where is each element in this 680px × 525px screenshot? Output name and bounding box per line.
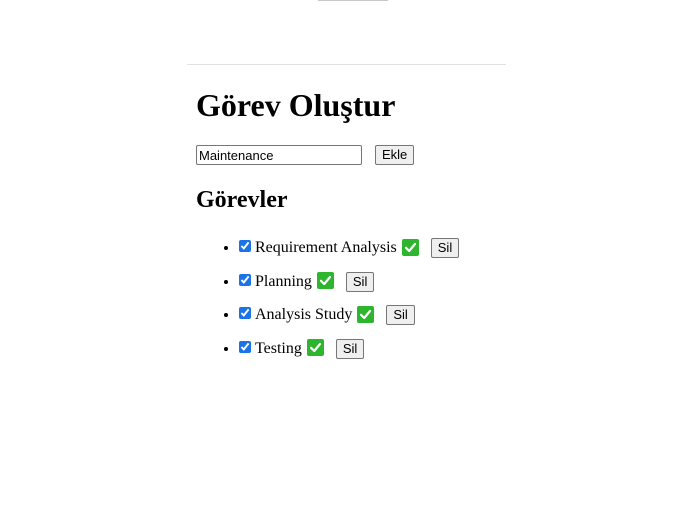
task-item: Planning Sil <box>239 270 516 294</box>
header-divider <box>187 64 506 65</box>
top-edge-line <box>318 0 388 1</box>
task-form: Ekle <box>196 144 516 166</box>
task-done-checkbox[interactable] <box>239 240 251 252</box>
task-label: Analysis Study <box>255 306 353 323</box>
tasks-heading: Görevler <box>196 187 288 213</box>
delete-button[interactable]: Sil <box>430 238 460 258</box>
delete-button[interactable]: Sil <box>386 305 415 325</box>
task-label: Planning <box>255 272 312 290</box>
delete-button[interactable]: Sil <box>345 271 375 292</box>
add-button[interactable]: Ekle <box>375 145 415 165</box>
task-item: Requirement Analysis Sil <box>239 236 516 260</box>
delete-button[interactable]: Sil <box>335 338 365 359</box>
task-done-checkbox[interactable] <box>239 307 251 319</box>
task-label: Testing <box>255 339 302 357</box>
task-done-checkbox[interactable] <box>239 273 251 286</box>
page-title: Görev Oluştur <box>196 87 396 123</box>
check-mark-icon <box>357 305 375 323</box>
task-item: Testing Sil <box>239 337 516 361</box>
task-done-checkbox[interactable] <box>239 340 251 353</box>
task-label: Requirement Analysis <box>255 239 397 256</box>
check-mark-icon <box>401 238 419 256</box>
check-mark-icon <box>306 339 324 356</box>
task-app: Görev Oluştur Ekle Görevler Requirement … <box>196 86 516 370</box>
task-list: Requirement Analysis Sil Planning Sil An… <box>196 236 516 361</box>
check-mark-icon <box>316 272 334 289</box>
task-input[interactable] <box>196 145 362 165</box>
task-item: Analysis Study Sil <box>239 303 516 327</box>
